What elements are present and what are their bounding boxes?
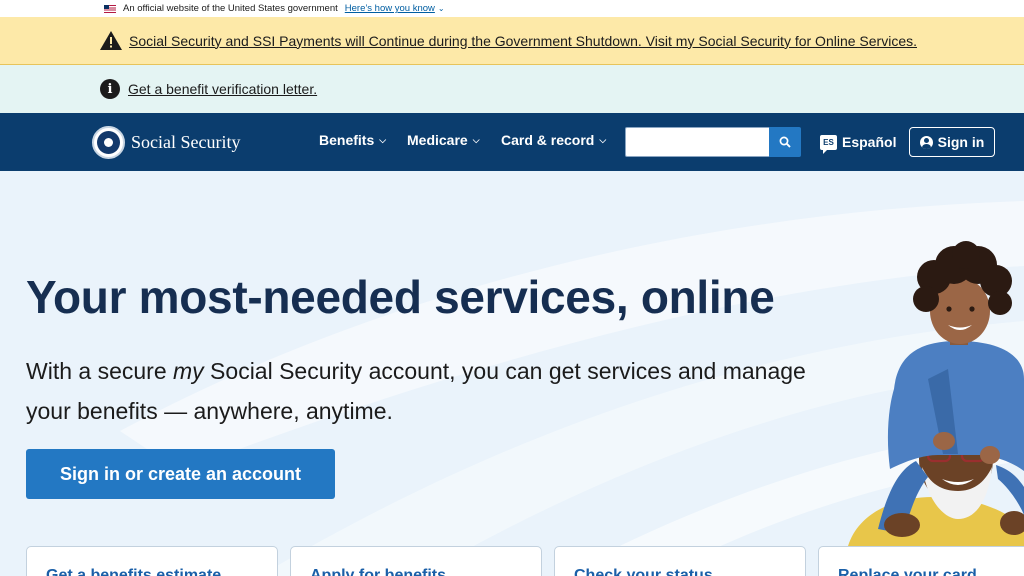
hero-title: Your most-needed services, online bbox=[26, 271, 775, 323]
card-apply-benefits[interactable]: Apply for benefits bbox=[290, 546, 542, 576]
nav-benefits[interactable]: Benefits ⌵ bbox=[319, 132, 386, 148]
chevron-down-icon: ⌵ bbox=[472, 134, 480, 145]
gov-banner-text: An official website of the United States… bbox=[123, 3, 338, 14]
card-benefits-estimate[interactable]: Get a benefits estimate bbox=[26, 546, 278, 576]
nav-card-record-label: Card & record bbox=[501, 132, 595, 148]
info-banner: i Get a benefit verification letter. bbox=[0, 65, 1024, 113]
search-input[interactable] bbox=[625, 127, 770, 157]
hero-subtitle-pre: With a secure bbox=[26, 358, 173, 384]
gov-banner: An official website of the United States… bbox=[0, 0, 1024, 17]
warning-icon bbox=[100, 31, 122, 50]
info-icon: i bbox=[100, 79, 120, 99]
nav-benefits-label: Benefits bbox=[319, 132, 375, 148]
user-icon bbox=[919, 135, 933, 149]
sign-in-button[interactable]: Sign in bbox=[909, 127, 995, 157]
shutdown-alert: Social Security and SSI Payments will Co… bbox=[0, 17, 1024, 65]
shutdown-alert-link[interactable]: Social Security and SSI Payments will Co… bbox=[129, 33, 917, 49]
chevron-down-icon[interactable]: ⌄ bbox=[438, 4, 445, 13]
sign-in-or-create-account-button[interactable]: Sign in or create an account bbox=[26, 449, 335, 499]
nav-medicare[interactable]: Medicare ⌵ bbox=[407, 132, 480, 148]
language-espanol-link[interactable]: ES Español bbox=[820, 134, 897, 154]
nav-medicare-label: Medicare bbox=[407, 132, 468, 148]
nav-card-record[interactable]: Card & record ⌵ bbox=[501, 132, 606, 148]
search-button[interactable] bbox=[769, 127, 801, 157]
site-logo-text[interactable]: Social Security bbox=[131, 132, 240, 153]
ssa-seal-logo[interactable] bbox=[92, 126, 125, 159]
chevron-down-icon: ⌵ bbox=[599, 134, 607, 145]
language-icon: ES bbox=[820, 134, 837, 154]
card-replace-card[interactable]: Replace your card bbox=[818, 546, 1024, 576]
hero-family-photo bbox=[848, 241, 1024, 546]
language-label: Español bbox=[842, 134, 897, 150]
site-header: Social Security Benefits ⌵ Medicare ⌵ Ca… bbox=[0, 113, 1024, 171]
hero-subtitle-my: my bbox=[173, 358, 204, 384]
heres-how-you-know-link[interactable]: Here’s how you know bbox=[345, 3, 435, 14]
sign-in-label: Sign in bbox=[937, 134, 985, 150]
hero-section: Your most-needed services, online With a… bbox=[0, 171, 1024, 576]
benefit-verification-link[interactable]: Get a benefit verification letter. bbox=[128, 81, 317, 97]
hero-subtitle: With a secure my Social Security account… bbox=[26, 351, 826, 431]
search-icon bbox=[779, 136, 791, 148]
chevron-down-icon: ⌵ bbox=[379, 134, 387, 145]
card-check-status[interactable]: Check your status bbox=[554, 546, 806, 576]
us-flag-icon bbox=[104, 4, 116, 13]
